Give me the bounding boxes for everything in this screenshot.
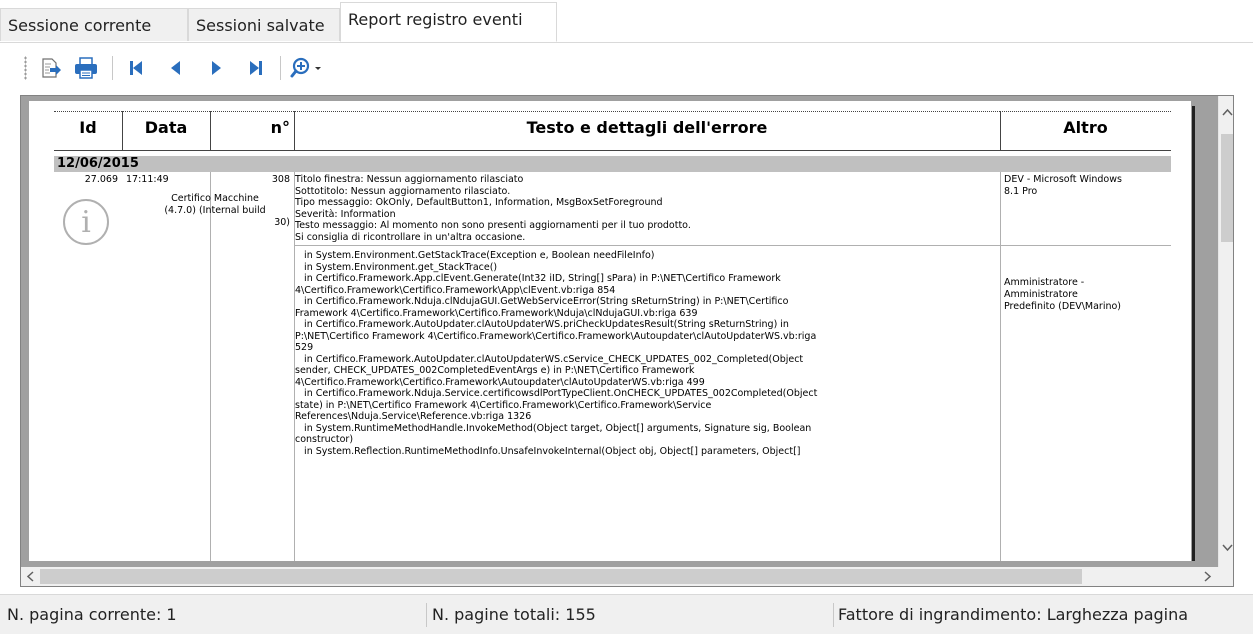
print-icon (75, 57, 97, 79)
message-line: Tipo messaggio: OkOnly, DefaultButton1, … (295, 197, 663, 208)
next-page-icon (212, 61, 221, 75)
vertical-scrollbar[interactable] (1218, 96, 1233, 567)
stack-line: in Certifico.Framework.AutoUpdater.clAut… (295, 319, 789, 330)
entry-user-line: Amministratore (1004, 289, 1078, 300)
stack-line: 4\Certifico.Framework\Certifico.Framewor… (295, 284, 616, 296)
next-page-button[interactable] (202, 54, 230, 82)
header-num: n° (210, 111, 294, 151)
report-toolbar (0, 46, 1253, 92)
horizontal-scroll-thumb[interactable] (40, 569, 1082, 584)
dropdown-arrow-icon (315, 67, 321, 70)
previous-page-button[interactable] (162, 54, 190, 82)
status-separator (426, 603, 427, 627)
stack-line: sender, CHECK_UPDATES_002CompletedEventA… (295, 365, 695, 376)
message-line: Titolo finestra: Nessun aggiornamento ri… (295, 174, 524, 185)
first-page-button[interactable] (122, 54, 150, 82)
column-divider (1000, 111, 1001, 151)
stack-line: in System.Reflection.RuntimeMethodInfo.U… (295, 445, 801, 457)
last-page-button[interactable] (242, 54, 270, 82)
status-total-pages: N. pagine totali: 155 (432, 605, 596, 624)
header-id: Id (54, 111, 122, 151)
vertical-scroll-thumb[interactable] (1221, 134, 1233, 242)
first-page-icon (130, 61, 142, 75)
print-button[interactable] (72, 54, 100, 82)
report-table: Id Data n° Testo e dettagli dell'errore … (54, 111, 1171, 561)
stack-line: in Certifico.Framework.Nduja.Service.cer… (295, 388, 818, 399)
info-icon: i (63, 199, 109, 245)
scroll-down-icon[interactable] (1222, 542, 1233, 555)
stack-line: 529 (295, 342, 314, 353)
horizontal-scrollbar[interactable] (21, 567, 1218, 586)
message-line: Severità: Information (295, 208, 396, 220)
entry-source-line: Certifico Macchine (171, 193, 259, 204)
tab-sessioni-salvate[interactable]: Sessioni salvate (188, 8, 340, 41)
tab-strip: Sessione corrente Sessioni salvate Repor… (0, 0, 1253, 43)
stack-line: in Certifico.Framework.Nduja.clNdujaGUI.… (295, 296, 789, 307)
date-group-row: 12/06/2015 (54, 156, 1171, 172)
entry-time: 17:11:49 (126, 174, 169, 185)
status-zoom-factor: Fattore di ingrandimento: Larghezza pagi… (838, 605, 1189, 624)
entry-user-line: Amministratore - (1004, 277, 1085, 288)
entry-id: 27.069 (84, 174, 118, 185)
column-divider (294, 111, 295, 151)
toolbar-separator (112, 56, 113, 80)
report-page: Id Data n° Testo e dettagli dell'errore … (29, 101, 1191, 561)
stack-line: in System.RuntimeMethodHandle.InvokeMeth… (295, 422, 812, 434)
status-current-page: N. pagina corrente: 1 (7, 605, 177, 624)
report-viewer[interactable]: Id Data n° Testo e dettagli dell'errore … (20, 95, 1234, 587)
export-button[interactable] (36, 54, 64, 82)
stack-line: state) in P:\NET\Certifico Framework 4\C… (295, 399, 712, 411)
zoom-icon (290, 57, 310, 78)
scroll-right-icon[interactable] (1204, 571, 1212, 585)
row-divider (294, 245, 1171, 246)
entry-user-line: Predefinito (DEV\Marino) (1004, 301, 1122, 312)
status-bar: N. pagina corrente: 1 N. pagine totali: … (0, 594, 1253, 634)
entry-source-line: 30) (274, 217, 290, 228)
column-divider (210, 111, 211, 151)
status-separator (833, 603, 834, 627)
stack-line: in Certifico.Framework.App.clEvent.Gener… (295, 273, 781, 284)
message-line: Testo messaggio: Al momento non sono pre… (295, 220, 691, 231)
last-page-icon (250, 61, 262, 75)
scroll-up-icon[interactable] (1222, 106, 1233, 119)
stack-line: 4\Certifico.Framework\Certifico.Framewor… (295, 376, 705, 388)
tab-sessione-corrente[interactable]: Sessione corrente (0, 8, 188, 41)
entry-num: 308 (271, 174, 290, 185)
stack-line: References\Nduja.Service\Reference.vb:ri… (295, 411, 532, 422)
entry-other-line: DEV - Microsoft Windows (1004, 174, 1122, 185)
scroll-left-icon[interactable] (26, 571, 34, 585)
header-data: Data (122, 111, 210, 151)
column-divider (210, 172, 211, 561)
stack-line: P:\NET\Certifico Framework 4\Certifico.F… (295, 330, 817, 342)
stack-line: in Certifico.Framework.AutoUpdater.clAut… (295, 353, 804, 365)
entry-message: Titolo finestra: Nessun aggiornamento ri… (295, 174, 995, 243)
tab-report-registro-eventi[interactable]: Report registro eventi (340, 2, 557, 42)
column-divider (122, 111, 123, 151)
page-shadow (1192, 106, 1195, 561)
stack-line: in System.Environment.get_StackTrace() (295, 261, 498, 273)
message-line: Si consiglia di ricontrollare in un'altr… (295, 231, 526, 243)
column-divider (1000, 172, 1001, 561)
message-line: Sottotitolo: Nessun aggiornamento rilasc… (295, 185, 511, 197)
entry-stack-trace: in System.Environment.GetStackTrace(Exce… (295, 250, 995, 457)
entry-other-line: 8.1 Pro (1004, 186, 1038, 197)
zoom-dropdown-button[interactable] (286, 54, 326, 82)
scrollbar-corner (1218, 567, 1233, 586)
toolbar-separator (280, 56, 281, 80)
entry-source-line: (4.7.0) (Internal build (164, 205, 266, 216)
export-icon (42, 58, 61, 78)
header-testo: Testo e dettagli dell'errore (294, 111, 1000, 151)
toolbar-grip[interactable] (24, 56, 27, 80)
previous-page-icon (171, 61, 180, 75)
header-altro: Altro (1000, 111, 1171, 151)
stack-line: constructor) (295, 434, 354, 445)
stack-line: Framework 4\Certifico.Framework\Certific… (295, 307, 698, 319)
stack-line: in System.Environment.GetStackTrace(Exce… (295, 250, 655, 261)
